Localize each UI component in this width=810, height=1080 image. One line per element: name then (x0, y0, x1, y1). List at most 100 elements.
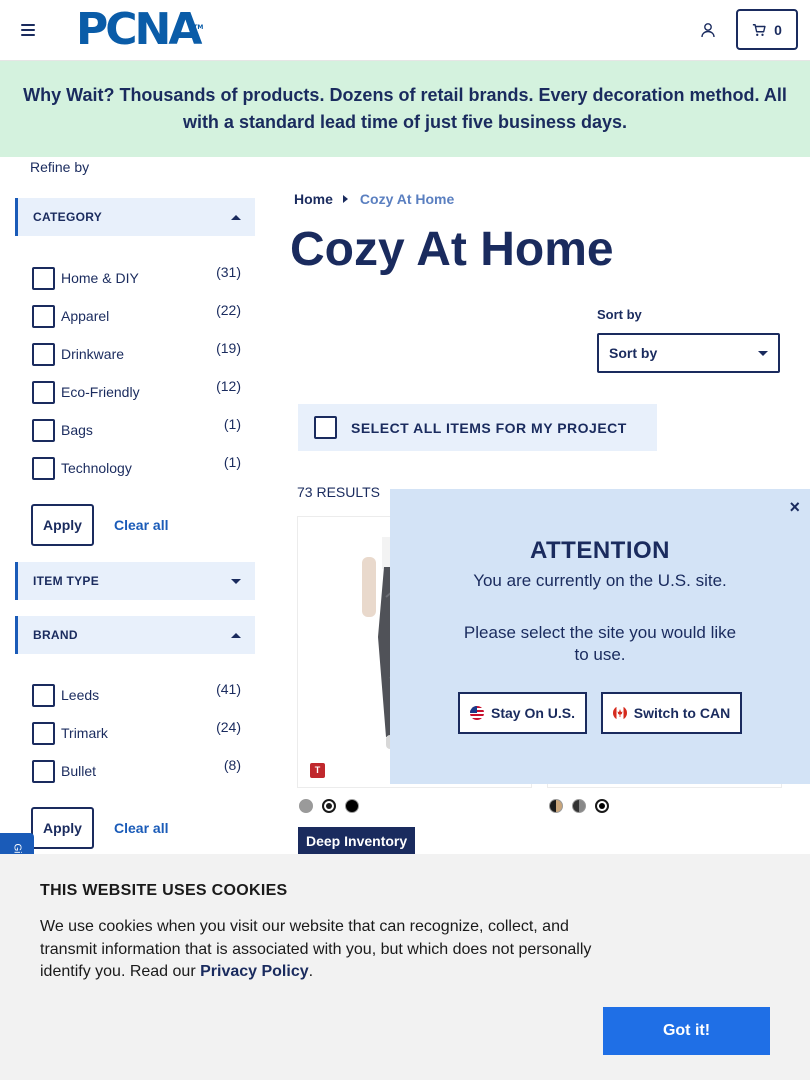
color-swatches (299, 799, 359, 813)
breadcrumb: Home Cozy At Home (294, 191, 454, 207)
chevron-down-icon (758, 350, 768, 356)
color-swatch[interactable] (595, 799, 609, 813)
filter-label: Drinkware (61, 346, 125, 362)
filter-label: Apparel (61, 308, 110, 324)
facet-category-title: CATEGORY (33, 210, 103, 224)
caret-up-icon (231, 632, 241, 638)
filter-option[interactable]: Bags (1) (31, 416, 241, 442)
filter-option[interactable]: Home & DIY (31) (31, 264, 241, 290)
category-apply-button[interactable]: Apply (31, 504, 94, 546)
cart-count: 0 (774, 21, 782, 38)
account-icon[interactable] (700, 22, 716, 38)
promo-banner: Why Wait? Thousands of products. Dozens … (0, 61, 810, 157)
filter-count: (1) (223, 454, 241, 470)
checkbox[interactable] (32, 760, 55, 783)
results-count: 73 RESULTS (297, 484, 380, 500)
brand-apply-button[interactable]: Apply (31, 807, 94, 849)
color-swatches (549, 799, 609, 813)
logo[interactable]: PCNA TM (76, 8, 203, 52)
logo-text: PCNA (76, 4, 202, 55)
site-selection-modal: × ATTENTION You are currently on the U.S… (390, 489, 810, 784)
filter-label: Home & DIY (61, 270, 139, 286)
facet-item-type-header[interactable]: ITEM TYPE (15, 562, 255, 600)
checkbox[interactable] (32, 419, 55, 442)
brand-clear-link[interactable]: Clear all (114, 820, 168, 836)
modal-select-text: Please select the site you would like to… (463, 623, 737, 664)
select-all-checkbox[interactable] (314, 416, 337, 439)
filter-label: Leeds (61, 687, 100, 703)
checkbox[interactable] (32, 457, 55, 480)
checkbox[interactable] (32, 305, 55, 328)
breadcrumb-home[interactable]: Home (294, 191, 333, 207)
category-clear-link[interactable]: Clear all (114, 517, 168, 533)
page-title: Cozy At Home (290, 223, 614, 276)
cookie-text: We use cookies when you visit our websit… (40, 916, 610, 984)
color-swatch[interactable] (322, 799, 336, 813)
filter-label: Trimark (61, 725, 108, 741)
logo-tm: TM (193, 24, 204, 31)
cookie-body: We use cookies when you visit our websit… (40, 918, 592, 980)
caret-down-icon (231, 578, 241, 584)
facet-brand-header[interactable]: BRAND (15, 616, 255, 654)
color-swatch[interactable] (299, 799, 313, 813)
menu-icon[interactable] (21, 24, 35, 36)
cart-button[interactable]: 0 (736, 9, 798, 50)
facet-category-header[interactable]: CATEGORY (15, 198, 255, 236)
cookie-banner: THIS WEBSITE USES COOKIES We use cookies… (0, 854, 810, 1080)
color-swatch[interactable] (549, 799, 563, 813)
filter-option[interactable]: Leeds (41) (31, 681, 241, 707)
filter-label: Eco-Friendly (61, 384, 140, 400)
filter-option[interactable]: Trimark (24) (31, 719, 241, 745)
breadcrumb-current: Cozy At Home (359, 191, 455, 207)
select-all-label: SELECT ALL ITEMS FOR MY PROJECT (351, 419, 627, 436)
switch-to-can-button[interactable]: Switch to CAN (601, 692, 742, 734)
filter-count: (8) (223, 757, 241, 773)
stay-on-us-button[interactable]: Stay On U.S. (458, 692, 587, 734)
checkbox[interactable] (32, 343, 55, 366)
caret-up-icon (231, 214, 241, 220)
sort-select[interactable]: Sort by (597, 333, 780, 373)
modal-current-site-text: You are currently on the U.S. site. (473, 571, 727, 590)
filter-count: (19) (216, 340, 241, 356)
switch-label: Switch to CAN (633, 705, 731, 721)
promo-text: Why Wait? Thousands of products. Dozens … (23, 85, 787, 132)
filter-count: (22) (216, 302, 241, 318)
accept-cookies-button[interactable]: Got it! (603, 1007, 770, 1055)
filter-option[interactable]: Apparel (22) (31, 302, 241, 328)
filter-option[interactable]: Bullet (8) (31, 757, 241, 783)
deep-inventory-badge: Deep Inventory (298, 827, 416, 854)
color-swatch[interactable] (345, 799, 359, 813)
filter-label: Bullet (61, 763, 97, 779)
filter-option[interactable]: Technology (1) (31, 454, 241, 480)
color-swatch[interactable] (572, 799, 586, 813)
refine-label: Refine by (30, 159, 90, 175)
cart-icon (752, 23, 766, 36)
facet-item-type-title: ITEM TYPE (33, 574, 100, 588)
modal-title: ATTENTION (529, 537, 671, 564)
privacy-policy-link[interactable]: Privacy Policy (200, 963, 309, 980)
site-header: PCNA TM 0 (0, 0, 810, 61)
facet-brand-title: BRAND (33, 628, 78, 642)
sort-label: Sort by (597, 307, 642, 322)
canada-flag-icon (612, 706, 627, 720)
checkbox[interactable] (32, 684, 55, 707)
checkbox[interactable] (32, 267, 55, 290)
filter-count: (24) (216, 719, 241, 735)
cookie-end: . (308, 963, 314, 980)
filter-option[interactable]: Eco-Friendly (12) (31, 378, 241, 404)
filter-option[interactable]: Drinkware (19) (31, 340, 241, 366)
stay-label: Stay On U.S. (490, 705, 576, 721)
filter-count: (41) (216, 681, 241, 697)
sort-selected: Sort by (609, 345, 658, 361)
cookie-title: THIS WEBSITE USES COOKIES (40, 882, 288, 899)
filter-count: (1) (223, 416, 241, 432)
filter-count: (12) (216, 378, 241, 394)
filter-count: (31) (216, 264, 241, 280)
checkbox[interactable] (32, 722, 55, 745)
us-flag-icon (469, 706, 484, 720)
checkbox[interactable] (32, 381, 55, 404)
select-all-items[interactable]: SELECT ALL ITEMS FOR MY PROJECT (298, 404, 657, 451)
filter-label: Bags (61, 422, 93, 438)
breadcrumb-arrow-icon (342, 195, 348, 203)
close-icon[interactable]: × (789, 497, 800, 518)
